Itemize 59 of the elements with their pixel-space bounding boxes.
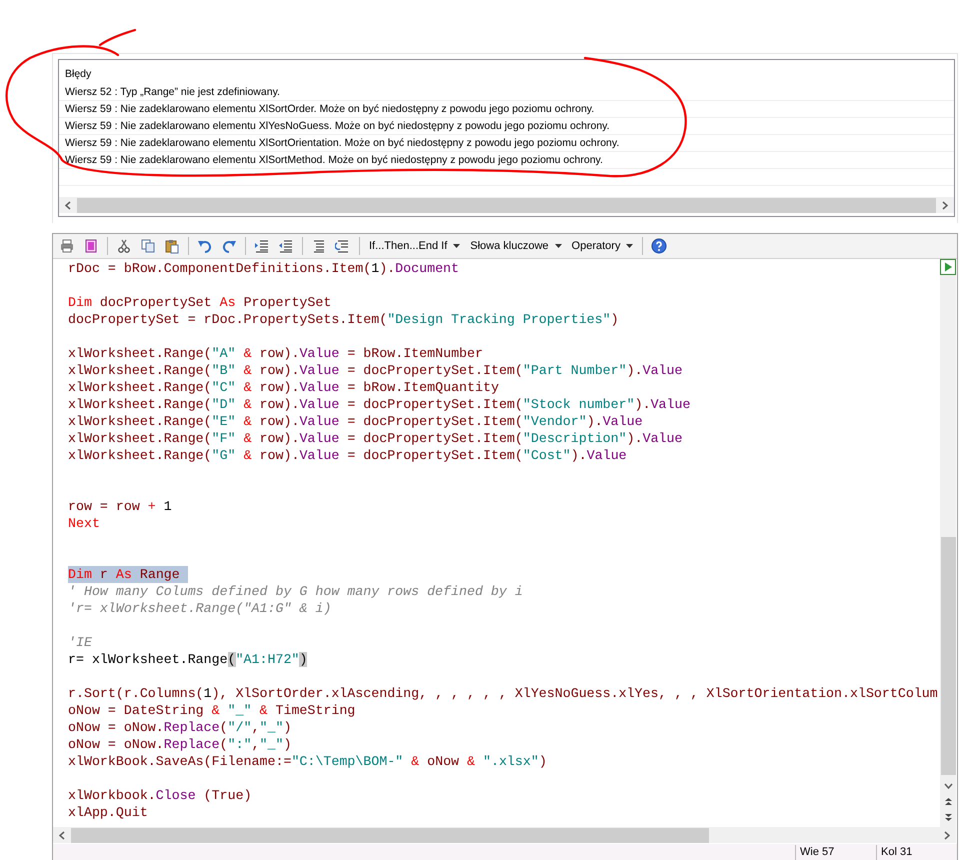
caret-icon	[554, 244, 562, 248]
code-line: xlWorksheet.Range("B" & row).Value = docPropertySet.Item("Part Number").Value	[68, 362, 682, 379]
code-line: xlWorksheet.Range("G" & row).Value = docPropertySet.Item("Cost").Value	[68, 446, 627, 464]
code-line: row = row + 1	[68, 498, 172, 515]
outdent-icon[interactable]	[278, 238, 294, 254]
code-line: Next	[68, 514, 100, 532]
toolbar-dropdown[interactable]: If...Then...End If	[366, 240, 464, 252]
page-icon[interactable]	[83, 238, 99, 254]
help-icon[interactable]	[651, 238, 668, 254]
code-line: rDoc = bRow.ComponentDefinitions.Item(1).Document	[68, 260, 460, 277]
error-row[interactable]: Wiersz 59 : Nie zadeklarowano elementu XlYesNoGuess. Może on być niedostępny z powodu jego poziomu ochrony.	[59, 118, 954, 135]
vertical-scrollbar[interactable]	[940, 258, 956, 828]
code-line: oNow = oNow.Replace(":","_")	[68, 736, 292, 753]
caret-icon	[626, 244, 634, 248]
code-line: xlWorksheet.Range("F" & row).Value = docPropertySet.Item("Description").Value	[68, 430, 682, 447]
code-line: 'r= xlWorksheet.Range("A1:G" & i)	[68, 600, 332, 617]
status-text: Wie 57	[795, 845, 876, 860]
horizontal-scrollbar[interactable]	[53, 827, 956, 844]
print-icon[interactable]	[59, 238, 75, 254]
panel-title: Błędy	[64, 67, 92, 82]
code-line: xlWorksheet.Range("E" & row).Value = docPropertySet.Item("Vendor").Value	[68, 412, 643, 430]
scroll-left-icon[interactable]	[65, 200, 71, 210]
lines-icon[interactable]	[311, 238, 327, 254]
toolbar-dropdown[interactable]: Operatory	[568, 240, 636, 252]
copy-icon[interactable]	[140, 238, 156, 254]
error-row[interactable]: Wiersz 52 : Typ „Range” nie jest zdefiniowany.	[59, 84, 954, 101]
scroll-down-icon[interactable]	[944, 782, 952, 789]
scroll-right-icon[interactable]	[942, 200, 948, 210]
toolbar-dropdown[interactable]: Słowa kluczowe	[467, 240, 565, 252]
scroll-right-icon[interactable]	[944, 830, 950, 840]
page-down-icon[interactable]	[944, 813, 952, 822]
code-line: 'IE	[68, 634, 92, 651]
page-up-icon[interactable]	[944, 797, 952, 806]
scrollbar-thumb[interactable]	[71, 828, 709, 843]
status-text: Kol 31	[876, 845, 957, 860]
code-line: xlWorksheet.Range("C" & row).Value = bRow.ItemQuantity	[68, 378, 499, 396]
code-line: oNow = oNow.Replace("/","_")	[68, 718, 292, 736]
error-row[interactable]: Wiersz 59 : Nie zadeklarowano elementu XlSortOrientation. Może on być niedostępny z powodu jego poziomu ochrony.	[59, 135, 954, 152]
code-line: xlWorksheet.Range("D" & row).Value = docPropertySet.Item("Stock number").Value	[68, 396, 690, 413]
code-line: xlApp.Quit	[68, 804, 148, 821]
code-line: xlWorksheet.Range("A" & row).Value = bRow.ItemNumber	[68, 344, 483, 362]
paste-icon[interactable]	[164, 238, 180, 254]
code-line: ' How many Colums defined by G how many rows defined by i	[68, 582, 523, 600]
code-line: r.Sort(r.Columns(1), XlSortOrder.xlAscending, , , , , , XlYesNoGuess.xlYes, , , XlSortOrientation.xlSortColum	[68, 684, 938, 702]
scroll-left-icon[interactable]	[59, 830, 65, 840]
indent-icon[interactable]	[254, 238, 270, 254]
code-line: r= xlWorksheet.Range("A1:H72")	[68, 650, 308, 668]
code-line: oNow = DateString & "_" & TimeString	[68, 702, 356, 719]
code-line: xlWorkbook.Close (True)	[68, 786, 252, 804]
cut-icon[interactable]	[116, 238, 132, 254]
scrollbar-thumb[interactable]	[940, 536, 956, 775]
error-row[interactable]: Wiersz 59 : Nie zadeklarowano elementu XlSortMethod. Może on być niedostępny z powodu jego poziomu ochrony.	[59, 152, 954, 169]
caret-icon	[453, 244, 460, 248]
play-icon[interactable]	[940, 258, 956, 275]
code-line: xlWorkBook.SaveAs(Filename:="C:\Temp\BOM-" & oNow & ".xlsx")	[68, 752, 547, 770]
error-row[interactable]: Wiersz 59 : Nie zadeklarowano elementu XlSortOrder. Może on być niedostępny z powodu jego poziomu ochrony.	[59, 101, 954, 118]
code-line: Dim docPropertySet As PropertySet	[68, 294, 332, 311]
comment-icon[interactable]	[335, 238, 351, 254]
code-line: docPropertySet = rDoc.PropertySets.Item("Design Tracking Properties")	[68, 310, 619, 328]
